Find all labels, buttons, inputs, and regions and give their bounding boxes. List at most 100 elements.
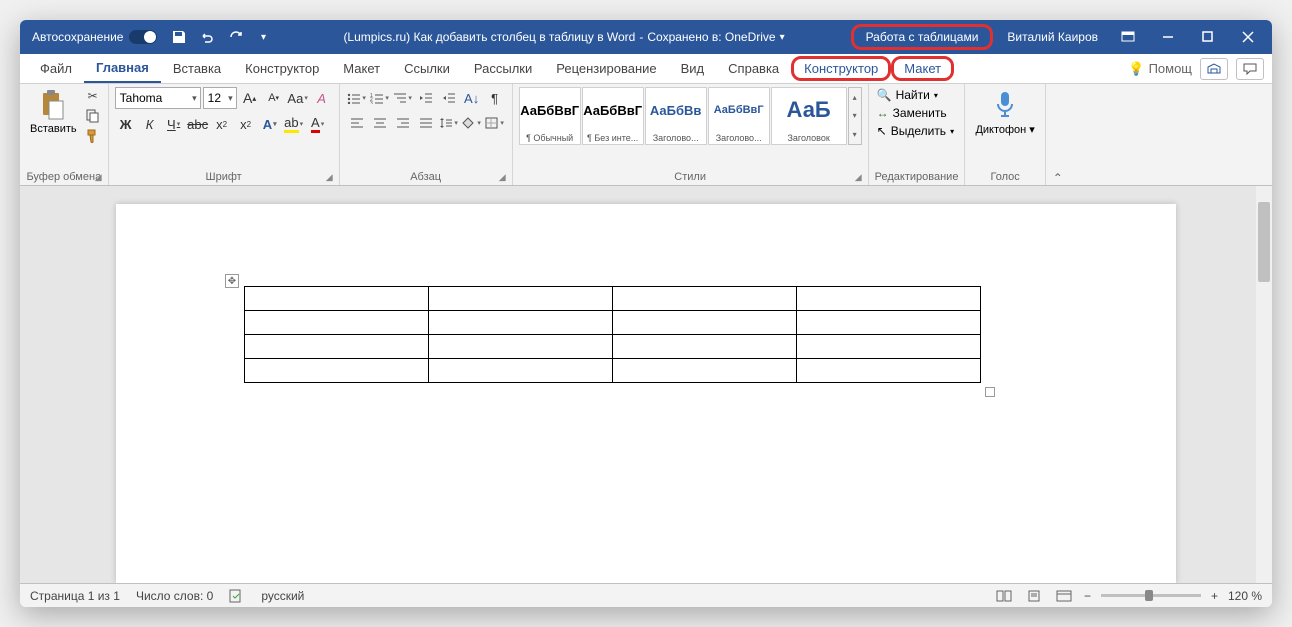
format-painter-icon[interactable] [84,127,102,145]
ribbon: Вставить ✂ Буфер обмена◢ Tahoma 12 A▴ A▾… [20,84,1272,186]
title-sep: - [639,30,643,44]
spellcheck-icon[interactable] [229,589,245,603]
paste-button[interactable]: Вставить [26,87,81,137]
tab-references[interactable]: Ссылки [392,55,462,82]
style-normal[interactable]: АаБбВвГ¶ Обычный [519,87,581,145]
redo-icon[interactable] [223,25,247,49]
undo-icon[interactable] [195,25,219,49]
subscript-icon[interactable]: x2 [211,113,233,135]
close-icon[interactable] [1228,22,1268,52]
shading-icon[interactable] [461,112,483,134]
qat-dropdown-icon[interactable]: ▾ [251,25,275,49]
language-indicator[interactable]: русский [261,589,304,603]
share-button[interactable] [1200,58,1228,80]
zoom-in-icon[interactable]: + [1211,589,1218,603]
copy-icon[interactable] [84,107,102,125]
page[interactable]: ✥ [116,204,1176,583]
grow-font-icon[interactable]: A▴ [239,87,261,109]
maximize-icon[interactable] [1188,22,1228,52]
show-marks-icon[interactable]: ¶ [484,87,506,109]
document-table[interactable] [244,286,981,383]
tab-file[interactable]: Файл [28,55,84,82]
autosave-toggle[interactable] [129,30,157,44]
zoom-slider[interactable] [1101,594,1201,597]
user-name[interactable]: Виталий Каиров [997,30,1108,44]
cut-icon[interactable]: ✂ [84,87,102,105]
justify-icon[interactable] [415,112,437,134]
highlight-icon[interactable]: ab [283,113,305,135]
select-button[interactable]: ↖Выделить▾ [875,123,956,139]
comments-button[interactable] [1236,58,1264,80]
paragraph-launcher-icon[interactable]: ◢ [499,172,506,183]
underline-icon[interactable]: Ч [163,113,185,135]
document-area[interactable]: ✥ [20,186,1272,583]
shrink-font-icon[interactable]: A▾ [263,87,285,109]
tab-table-design[interactable]: Конструктор [791,56,891,81]
style-nospacing[interactable]: АаБбВвГ¶ Без инте... [582,87,644,145]
align-right-icon[interactable] [392,112,414,134]
vertical-scrollbar[interactable] [1256,186,1272,583]
tab-help[interactable]: Справка [716,55,791,82]
save-icon[interactable] [167,25,191,49]
scrollbar-thumb[interactable] [1258,202,1270,282]
tab-design[interactable]: Конструктор [233,55,331,82]
style-heading1[interactable]: АаБбВвЗаголово... [645,87,707,145]
tell-me-search[interactable]: 💡 Помощ [1128,61,1192,77]
line-spacing-icon[interactable] [438,112,460,134]
tab-review[interactable]: Рецензирование [544,55,668,82]
tab-layout[interactable]: Макет [331,55,392,82]
superscript-icon[interactable]: x2 [235,113,257,135]
tab-insert[interactable]: Вставка [161,55,233,82]
zoom-knob[interactable] [1145,590,1153,601]
group-styles: АаБбВвГ¶ Обычный АаБбВвГ¶ Без инте... Аа… [513,84,869,185]
statusbar: Страница 1 из 1 Число слов: 0 русский − … [20,583,1272,607]
style-title[interactable]: АаБЗаголовок [771,87,847,145]
table-resize-handle-icon[interactable] [985,387,995,397]
tab-table-layout[interactable]: Макет [891,56,954,81]
title-dropdown-icon[interactable]: ▾ [780,32,785,43]
text-effects-icon[interactable]: A [259,113,281,135]
zoom-level[interactable]: 120 % [1228,589,1262,603]
print-layout-icon[interactable] [1024,587,1044,605]
style-heading2[interactable]: АаБбВвГЗаголово... [708,87,770,145]
web-layout-icon[interactable] [1054,587,1074,605]
dictate-button[interactable]: Диктофон ▾ [971,87,1038,138]
replace-button[interactable]: ↔Заменить [875,105,949,121]
italic-icon[interactable]: К [139,113,161,135]
bold-icon[interactable]: Ж [115,113,137,135]
align-center-icon[interactable] [369,112,391,134]
font-launcher-icon[interactable]: ◢ [326,172,333,183]
font-name-combo[interactable]: Tahoma [115,87,201,109]
zoom-out-icon[interactable]: − [1084,589,1091,603]
page-indicator[interactable]: Страница 1 из 1 [30,589,120,603]
find-button[interactable]: 🔍Найти▾ [875,87,940,103]
clipboard-launcher-icon[interactable]: ◢ [95,172,102,183]
word-count[interactable]: Число слов: 0 [136,589,213,603]
styles-gallery-more[interactable]: ▴▾▾ [848,87,862,145]
sort-icon[interactable]: A↓ [461,87,483,109]
numbering-icon[interactable]: 123 [369,87,391,109]
tab-mailings[interactable]: Рассылки [462,55,544,82]
table-move-handle-icon[interactable]: ✥ [225,274,239,288]
multilevel-list-icon[interactable] [392,87,414,109]
styles-launcher-icon[interactable]: ◢ [855,172,862,183]
tab-home[interactable]: Главная [84,54,161,83]
cursor-icon: ↖ [877,124,887,138]
ribbon-display-icon[interactable] [1108,22,1148,52]
collapse-ribbon-icon[interactable]: ⌃ [1046,171,1070,185]
document-title: (Lumpics.ru) Как добавить столбец в табл… [277,30,850,44]
font-size-combo[interactable]: 12 [203,87,237,109]
font-color-icon[interactable]: A [307,113,329,135]
minimize-icon[interactable] [1148,22,1188,52]
clear-formatting-icon[interactable]: A [311,87,333,109]
change-case-icon[interactable]: Aa [287,87,309,109]
tab-view[interactable]: Вид [669,55,717,82]
bullets-icon[interactable] [346,87,368,109]
decrease-indent-icon[interactable] [415,87,437,109]
strikethrough-icon[interactable]: abc [187,113,209,135]
increase-indent-icon[interactable] [438,87,460,109]
titlebar: Автосохранение ▾ (Lumpics.ru) Как добави… [20,20,1272,54]
align-left-icon[interactable] [346,112,368,134]
read-mode-icon[interactable] [994,587,1014,605]
borders-icon[interactable] [484,112,506,134]
